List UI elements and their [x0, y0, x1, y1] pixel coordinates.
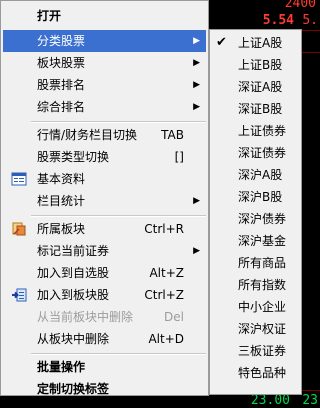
menu-item-shortcut: Ctrl+R [144, 222, 184, 236]
menu-separator [31, 121, 206, 123]
submenu-item-szsh-b[interactable]: 深沪B股 [212, 186, 299, 208]
menu-item-batch-operations[interactable]: 批量操作 [3, 356, 206, 378]
menu-item-remove-from-sector[interactable]: 从板块中删除 Alt+D [3, 328, 206, 350]
quote-value: 23.00 [250, 393, 290, 408]
menu-item-column-stats[interactable]: 栏目统计 ▶ [3, 190, 206, 212]
menu-item-label: 加入到板块股 [37, 288, 110, 302]
menu-item-toggle-stock-type[interactable]: 股票类型切换 [] [3, 146, 206, 168]
submenu-item-all-commodities[interactable]: 所有商品 [212, 252, 299, 274]
menu-item-label: 基本资料 [37, 172, 86, 186]
menu-item-toggle-columns[interactable]: 行情/财务栏目切换 TAB [3, 124, 206, 146]
quote-value: 5. [302, 13, 318, 28]
menu-item-label: 标记当前证券 [37, 244, 110, 258]
category-submenu: ✔ 上证A股 上证B股 深证A股 深证B股 上证债券 深证债券 深沪A股 深沪B… [209, 29, 302, 395]
submenu-arrow-icon: ▶ [193, 196, 200, 206]
menu-separator [31, 215, 206, 217]
menu-item-label: 定制切换标签 [37, 382, 110, 396]
submenu-item-label: 深证债券 [238, 146, 287, 160]
menu-item-remove-from-current-sector[interactable]: 从当前板块中删除 Del [3, 306, 206, 328]
menu-item-customize-tabs[interactable]: 定制切换标签 [3, 378, 206, 400]
submenu-arrow-icon: ▶ [193, 36, 200, 46]
submenu-item-label: 深证A股 [238, 80, 283, 94]
context-menu: 打开 分类股票 ▶ 板块股票 ▶ 股票排名 ▶ 综合排名 ▶ 行情/财务栏目切换… [0, 0, 209, 396]
menu-item-sector-stocks[interactable]: 板块股票 ▶ [3, 52, 206, 74]
menu-item-shortcut: Alt+Z [149, 266, 184, 280]
submenu-item-szsh-funds[interactable]: 深沪基金 [212, 230, 299, 252]
menu-item-basic-info[interactable]: 基本资料 [3, 168, 206, 190]
submenu-item-sz-a[interactable]: 深证A股 [212, 76, 299, 98]
menu-item-add-to-watchlist[interactable]: 加入到自选股 Alt+Z [3, 262, 206, 284]
menu-item-stock-ranking[interactable]: 股票排名 ▶ [3, 74, 206, 96]
submenu-item-label: 所有指数 [238, 278, 287, 292]
submenu-item-label: 深沪基金 [238, 234, 287, 248]
submenu-item-special-varieties[interactable]: 特色品种 [212, 362, 299, 384]
submenu-item-warrants[interactable]: 深沪权证 [212, 318, 299, 340]
sector-icon [12, 222, 26, 236]
submenu-item-all-indices[interactable]: 所有指数 [212, 274, 299, 296]
menu-item-label: 加入到自选股 [37, 266, 110, 280]
menu-item-add-to-sector[interactable]: 加入到板块股 Ctrl+Z [3, 284, 206, 306]
submenu-item-label: 深证B股 [238, 102, 283, 116]
submenu-item-sh-a[interactable]: ✔ 上证A股 [212, 32, 299, 54]
submenu-item-sz-b[interactable]: 深证B股 [212, 98, 299, 120]
menu-item-belonging-sectors[interactable]: 所属板块 Ctrl+R [3, 218, 206, 240]
menu-item-shortcut: Del [164, 310, 184, 324]
menu-item-label: 板块股票 [37, 56, 86, 70]
menu-item-label: 打开 [37, 9, 62, 23]
submenu-arrow-icon: ▶ [193, 80, 200, 90]
submenu-item-label: 上证A股 [238, 36, 283, 50]
quote-value: 23 [302, 393, 318, 408]
info-card-icon [11, 172, 27, 186]
submenu-item-label: 深沪权证 [238, 322, 287, 336]
menu-item-label: 分类股票 [37, 34, 86, 48]
menu-item-overall-ranking[interactable]: 综合排名 ▶ [3, 96, 206, 118]
submenu-item-label: 深沪A股 [238, 168, 283, 182]
submenu-item-sme[interactable]: 中小企业 [212, 296, 299, 318]
submenu-item-third-board[interactable]: 三板证券 [212, 340, 299, 362]
submenu-item-label: 上证B股 [238, 58, 283, 72]
menu-item-label: 栏目统计 [37, 194, 86, 208]
menu-item-label: 行情/财务栏目切换 [37, 128, 138, 142]
menu-item-label: 批量操作 [37, 360, 86, 374]
menu-item-label: 从板块中删除 [37, 332, 110, 346]
menu-item-label: 综合排名 [37, 100, 86, 114]
menu-item-label: 所属板块 [37, 222, 86, 236]
quote-value: 5.54 [262, 13, 294, 28]
add-to-sector-icon [12, 288, 27, 302]
submenu-item-label: 所有商品 [238, 256, 287, 270]
menu-item-label: 股票排名 [37, 78, 86, 92]
quote-value: 2400 [284, 0, 316, 11]
submenu-item-label: 深沪债券 [238, 212, 287, 226]
menu-item-mark-security[interactable]: 标记当前证券 ▶ [3, 240, 206, 262]
menu-item-category-stocks[interactable]: 分类股票 ▶ [3, 30, 206, 52]
submenu-arrow-icon: ▶ [193, 102, 200, 112]
menu-item-shortcut: TAB [161, 128, 184, 142]
submenu-item-label: 深沪B股 [238, 190, 283, 204]
menu-separator [31, 353, 206, 355]
menu-item-shortcut: [] [174, 150, 184, 164]
checkmark-icon: ✔ [216, 35, 227, 50]
menu-item-shortcut: Ctrl+Z [144, 288, 184, 302]
submenu-arrow-icon: ▶ [193, 246, 200, 256]
menu-item-label: 股票类型切换 [37, 150, 110, 164]
submenu-item-label: 特色品种 [238, 366, 287, 380]
submenu-item-label: 上证债券 [238, 124, 287, 138]
menu-item-open[interactable]: 打开 [3, 5, 206, 27]
submenu-item-sh-b[interactable]: 上证B股 [212, 54, 299, 76]
submenu-item-sh-bonds[interactable]: 上证债券 [212, 120, 299, 142]
menu-item-label: 从当前板块中删除 [37, 310, 134, 324]
submenu-arrow-icon: ▶ [193, 58, 200, 68]
submenu-item-szsh-bonds[interactable]: 深沪债券 [212, 208, 299, 230]
submenu-item-sz-bonds[interactable]: 深证债券 [212, 142, 299, 164]
submenu-item-label: 中小企业 [238, 300, 287, 314]
submenu-item-label: 三板证券 [238, 344, 287, 358]
submenu-item-szsh-a[interactable]: 深沪A股 [212, 164, 299, 186]
menu-item-shortcut: Alt+D [148, 332, 184, 346]
